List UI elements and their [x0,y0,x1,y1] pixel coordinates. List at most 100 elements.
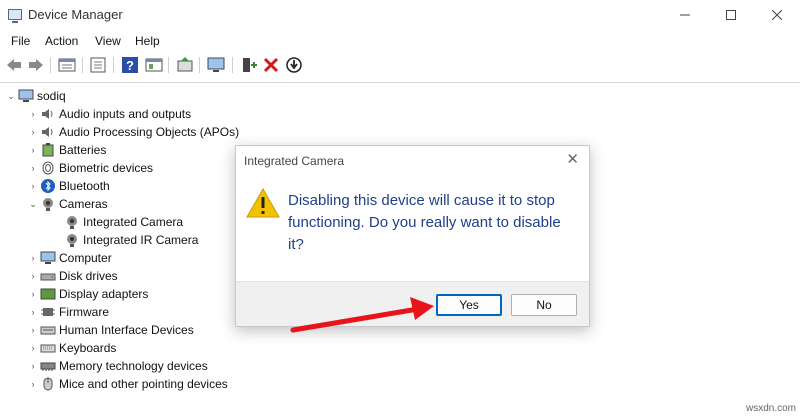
tree-item-label: Firmware [59,305,109,319]
computer-icon [40,251,56,264]
confirm-disable-dialog: Integrated Camera ✕ Disabling this devic… [235,145,590,327]
scan-hardware-icon[interactable] [207,56,225,74]
toolbar-separator [232,57,233,73]
details-icon[interactable] [145,56,163,74]
update-driver-icon[interactable] [176,56,194,74]
tree-item-label: Memory technology devices [59,359,208,373]
tree-item-biometric[interactable]: › Biometric devices [28,159,154,177]
chevron-down-icon[interactable]: ⌄ [28,199,38,209]
tree-item-label: Disk drives [59,269,118,283]
chevron-right-icon[interactable]: › [28,307,38,317]
fingerprint-icon [42,161,54,175]
toolbar-separator [82,57,83,73]
maximize-button[interactable] [708,0,754,30]
chevron-right-icon[interactable]: › [28,379,38,389]
uninstall-device-icon[interactable] [262,56,280,74]
forward-arrow-icon[interactable] [27,56,45,74]
memory-icon [40,362,56,371]
tree-root-label: sodiq [37,89,66,103]
tree-item-label: Biometric devices [59,161,154,175]
enable-device-icon[interactable] [240,56,258,74]
maximize-icon [726,10,736,20]
tree-item-label: Mice and other pointing devices [59,377,228,391]
tree-item-label: Bluetooth [59,179,110,193]
speaker-icon [42,109,53,119]
tree-item-memory[interactable]: › Memory technology devices [28,357,208,375]
properties-icon[interactable] [58,56,76,74]
toolbar-separator [199,57,200,73]
menu-file[interactable]: File [11,34,30,48]
battery-icon [42,143,54,157]
chevron-right-icon[interactable]: › [28,181,38,191]
tree-item-keyboards[interactable]: › Keyboards [28,339,117,357]
menu-action[interactable]: Action [45,34,78,48]
tree-item-label: Audio inputs and outputs [59,107,192,121]
warning-icon [246,188,280,218]
chevron-right-icon[interactable]: › [28,145,38,155]
display-icon [40,288,56,300]
dialog-title: Integrated Camera [244,154,345,168]
tree-item-disk-drives[interactable]: › Disk drives [28,267,118,285]
tree-item-cameras[interactable]: ⌄ Cameras [28,195,108,213]
chevron-right-icon[interactable]: › [28,253,38,263]
tree-item-integrated-ir-camera[interactable]: Integrated IR Camera [62,231,198,249]
menu-view[interactable]: View [95,34,121,48]
disk-icon [40,273,56,281]
computer-icon [18,89,34,102]
window-title: Device Manager [28,7,123,22]
yes-button[interactable]: Yes [436,294,502,316]
menu-bar: File Action View Help [0,30,800,52]
chevron-right-icon[interactable]: › [28,271,38,281]
tree-item-display-adapters[interactable]: › Display adapters [28,285,149,303]
menu-help[interactable]: Help [135,34,160,48]
chevron-right-icon[interactable]: › [28,109,38,119]
tree-item-label: Batteries [59,143,107,157]
tree-item-firmware[interactable]: › Firmware [28,303,110,321]
keyboard-icon [40,344,56,353]
tree-item-label: Display adapters [59,287,149,301]
toolbar-separator [113,57,114,73]
minimize-button[interactable] [662,0,708,30]
toolbar-separator [50,57,51,73]
chevron-right-icon[interactable]: › [28,163,38,173]
no-button[interactable]: No [511,294,577,316]
speaker-icon [42,127,53,137]
chevron-right-icon[interactable]: › [28,127,38,137]
tree-item-label: Cameras [59,197,108,211]
disable-device-icon[interactable] [285,56,303,74]
minimize-icon [680,14,690,16]
tree-item-computer[interactable]: › Computer [28,249,112,267]
title-bar: Device Manager [0,0,800,30]
help-icon[interactable]: ? [121,56,139,74]
tree-item-bluetooth[interactable]: › Bluetooth [28,177,110,195]
show-hide-icon[interactable] [89,56,107,74]
tree-item-audio-inputs[interactable]: › Audio inputs and outputs [28,105,192,123]
chevron-right-icon[interactable]: › [28,325,38,335]
back-arrow-icon[interactable] [5,56,23,74]
chevron-right-icon[interactable]: › [28,289,38,299]
hid-icon [40,326,56,335]
toolbar-separator [168,57,169,73]
chevron-right-icon[interactable]: › [28,343,38,353]
tree-item-mice[interactable]: › Mice and other pointing devices [28,375,228,393]
tree-item-label: Computer [59,251,112,265]
dialog-message: Disabling this device will cause it to s… [288,192,561,253]
tree-item-label: Audio Processing Objects (APOs) [59,125,240,139]
tree-item-batteries[interactable]: › Batteries [28,141,106,159]
tree-item-label: Integrated IR Camera [83,233,199,247]
close-window-button[interactable] [754,0,800,30]
mouse-icon [43,377,53,391]
dialog-close-button[interactable]: ✕ [566,150,579,168]
chevron-right-icon[interactable]: › [28,361,38,371]
tree-item-apos[interactable]: › Audio Processing Objects (APOs) [28,123,240,141]
bluetooth-icon [41,179,55,193]
dialog-footer: Yes No [236,281,589,326]
tree-root[interactable]: ⌄ sodiq [6,87,66,105]
watermark-text: wsxdn.com [745,403,796,414]
tree-item-hid[interactable]: › Human Interface Devices [28,321,194,339]
camera-icon [67,234,77,247]
svg-text:?: ? [126,58,134,73]
tree-item-integrated-camera[interactable]: Integrated Camera [62,213,183,231]
chevron-down-icon[interactable]: ⌄ [6,91,16,101]
camera-icon [67,216,77,229]
